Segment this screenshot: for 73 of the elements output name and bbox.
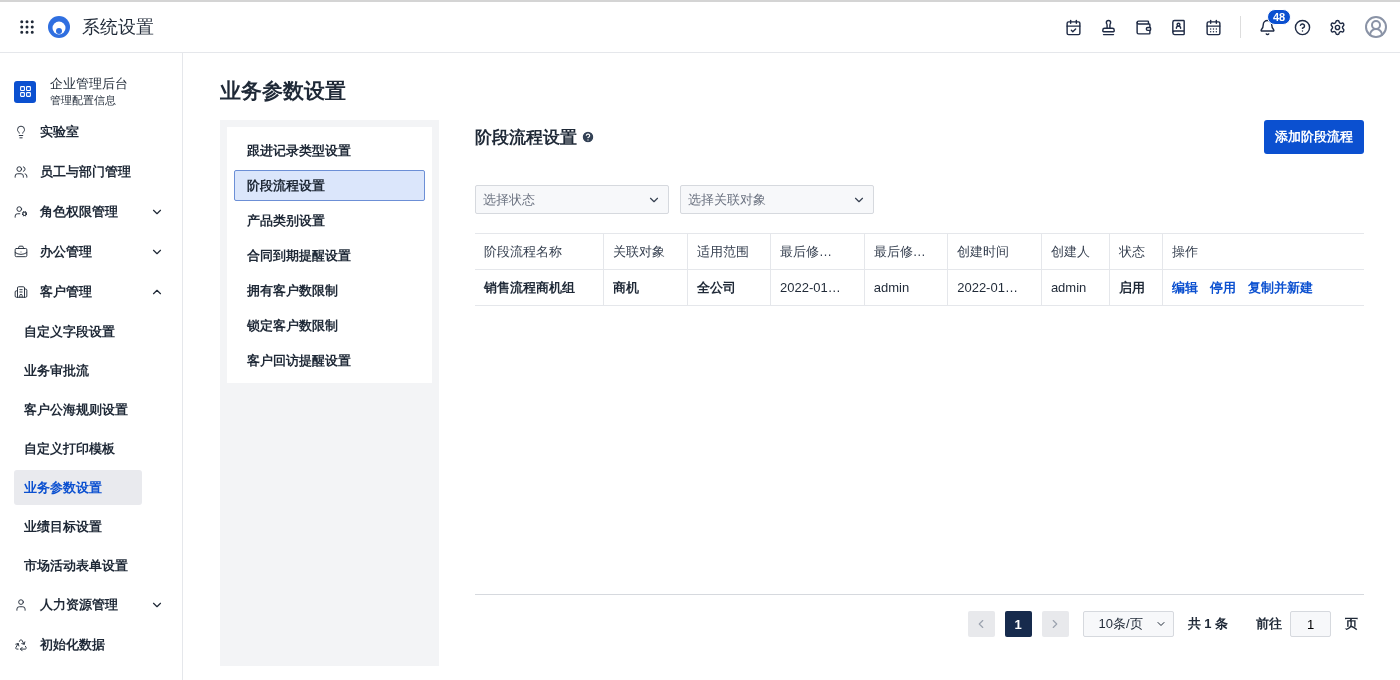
stamp-icon[interactable] [1100,18,1117,36]
org-icon [14,80,36,103]
column-header: 创建时间 [947,233,1042,270]
section-title: 阶段流程设置 [475,126,577,149]
recycle-icon [14,638,28,652]
lightbulb-icon [14,125,28,139]
settings-nav-item[interactable]: 合同到期提醒设置 [234,240,425,271]
settings-nav-item[interactable]: 客户回访提醒设置 [234,345,425,376]
sidebar-subitem[interactable]: 业务参数设置 [14,470,142,505]
settings-nav-item[interactable]: 拥有客户数限制 [234,275,425,306]
notification-badge: 48 [1267,8,1292,25]
column-header: 操作 [1162,233,1364,270]
column-header: 最后修… [770,233,865,270]
org-title: 企业管理后台 [50,75,128,93]
settings-nav-item[interactable]: 跟进记录类型设置 [234,135,425,166]
table-cell: 商机 [603,269,688,306]
column-header: 创建人 [1041,233,1110,270]
table-cell: 销售流程商机组 [475,269,604,306]
people-icon [14,165,28,179]
goto-page-field[interactable]: 1 [1290,611,1331,637]
column-header: 关联对象 [603,233,688,270]
action-link[interactable]: 停用 [1209,279,1236,295]
table-cell: admin [1041,269,1110,306]
contact-book-icon[interactable] [1170,18,1187,36]
table-cell: 2022-01… [770,269,865,306]
building-icon [14,285,28,299]
page-number-button[interactable]: 1 [1004,611,1032,637]
sidebar-subitem[interactable]: 自定义打印模板 [14,431,142,466]
page-suffix: 页 [1345,615,1358,633]
settings-nav-item[interactable]: 阶段流程设置 [234,170,425,201]
settings-icon[interactable] [1329,18,1346,36]
filter-select[interactable]: 选择关联对象 [680,185,874,214]
help-icon[interactable] [1294,18,1311,36]
action-link[interactable]: 复制并新建 [1247,279,1313,295]
sidebar-item[interactable]: 人力资源管理 [14,585,182,625]
sidebar-item[interactable]: 角色权限管理 [14,192,182,232]
sidebar-subitem[interactable]: 市场活动表单设置 [14,548,142,583]
page-title: 业务参数设置 [220,78,347,104]
person-icon [14,598,28,612]
sidebar-subitem[interactable]: 自定义字段设置 [14,314,142,349]
sidebar-subitem[interactable]: 业务审批流 [14,353,142,388]
sidebar-item[interactable]: 客户管理 [14,272,182,312]
settings-nav-item[interactable]: 锁定客户数限制 [234,310,425,341]
calendar-icon[interactable] [1205,18,1222,36]
avatar-icon[interactable] [1364,15,1388,39]
user-gear-icon [14,205,28,219]
apps-grid-icon[interactable] [18,18,36,36]
sidebar-subitem[interactable]: 客户公海规则设置 [14,392,142,427]
table-cell: 启用 [1109,269,1163,306]
sidebar-item[interactable]: 员工与部门管理 [14,152,182,192]
sidebar-subitem[interactable]: 业绩目标设置 [14,509,142,544]
sidebar-item[interactable]: 初始化数据 [14,625,182,665]
sidebar-item[interactable]: 办公管理 [14,232,182,272]
card-icon[interactable] [1135,18,1152,36]
add-stage-flow-button[interactable]: 添加阶段流程 [1264,120,1364,154]
app-title: 系统设置 [82,16,154,39]
filter-select[interactable]: 选择状态 [475,185,669,214]
action-link[interactable]: 编辑 [1171,279,1198,295]
calendar-check-icon[interactable] [1065,18,1082,36]
total-count: 共 1 条 [1187,615,1228,633]
settings-nav-item[interactable]: 产品类别设置 [234,205,425,236]
column-header: 最后修… [864,233,948,270]
table-cell: 全公司 [687,269,771,306]
column-header: 阶段流程名称 [475,233,604,270]
page-size-select[interactable]: 10条/页 [1082,611,1174,637]
sidebar-item[interactable]: 实验室 [14,112,182,152]
goto-label: 前往 [1256,615,1282,633]
table-cell: 2022-01… [947,269,1042,306]
column-header: 适用范围 [687,233,771,270]
briefcase-icon [14,245,28,259]
table-cell: admin [864,269,948,306]
column-header: 状态 [1109,233,1163,270]
org-subtitle: 管理配置信息 [50,93,117,108]
